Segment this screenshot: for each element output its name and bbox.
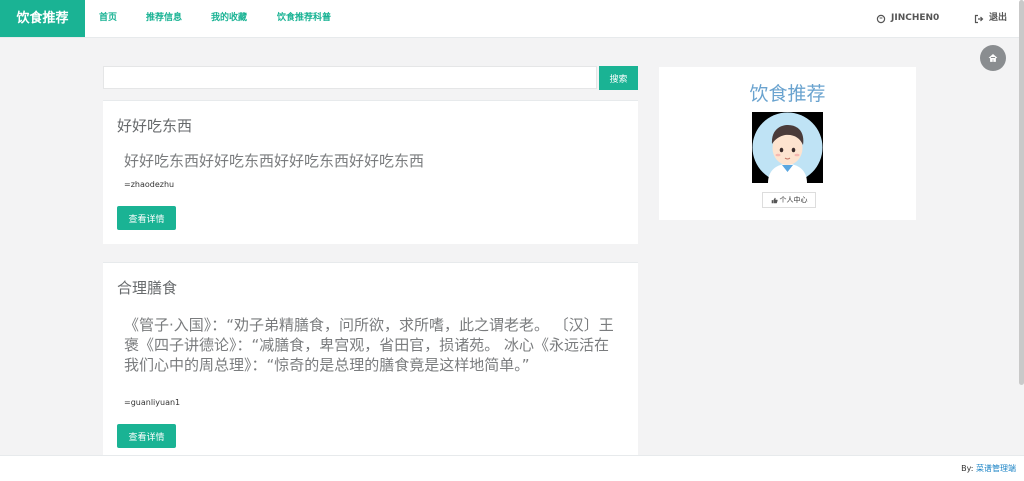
username: JINCHEN0	[891, 13, 940, 23]
nav-home[interactable]: 首页	[99, 0, 117, 37]
footer: By: 菜谱管理端	[0, 455, 1024, 481]
post-content: 好好吃东西好好吃东西好好吃东西好好吃东西	[124, 152, 425, 170]
nav-diet-science[interactable]: 饮食推荐科普	[277, 0, 331, 37]
post-author: =guanliyuan1	[124, 398, 181, 407]
post-content: 《管子·入国》：“劝子弟精膳食，问所欲，求所嗜，此之谓老老。 〔汉〕王褒《四子讲…	[124, 316, 614, 374]
footer-text: By: 菜谱管理端	[961, 463, 1016, 474]
admin-link[interactable]: 菜谱管理端	[976, 464, 1016, 473]
logout-icon	[974, 14, 984, 24]
personal-center-label: 个人中心	[779, 196, 808, 204]
search-button[interactable]: 搜索	[599, 66, 638, 90]
profile-card: 饮食推荐 个人中心	[659, 67, 916, 220]
home-icon	[988, 53, 998, 63]
post-title: 好好吃东西	[117, 117, 193, 135]
brand-logo[interactable]: 饮食推荐	[0, 0, 85, 37]
view-details-button[interactable]: 查看详情	[117, 206, 176, 230]
view-details-button[interactable]: 查看详情	[117, 424, 176, 448]
search-input[interactable]	[103, 66, 597, 89]
post-author: =zhaodezhu	[124, 180, 175, 189]
post-card: 合理膳食 《管子·入国》：“劝子弟精膳食，问所欲，求所嗜，此之谓老老。 〔汉〕王…	[103, 262, 638, 456]
user-icon	[876, 14, 886, 24]
thumbs-up-icon	[771, 197, 778, 204]
user-menu[interactable]: JINCHEN0	[876, 0, 939, 37]
top-navbar: 饮食推荐 首页 推荐信息 我的收藏 饮食推荐科普 JINCHEN0 退出	[0, 0, 1024, 38]
home-button[interactable]	[980, 45, 1006, 71]
avatar	[752, 112, 823, 183]
page-scrollbar[interactable]	[1019, 0, 1024, 385]
post-title: 合理膳食	[117, 279, 178, 297]
logout-label: 退出	[989, 13, 1008, 23]
personal-center-button[interactable]: 个人中心	[762, 192, 816, 208]
nav-favorites[interactable]: 我的收藏	[211, 0, 247, 37]
footer-prefix: By:	[961, 464, 974, 473]
post-card: 好好吃东西 好好吃东西好好吃东西好好吃东西好好吃东西 =zhaodezhu 查看…	[103, 100, 638, 244]
avatar-illustration	[752, 112, 823, 183]
logout-link[interactable]: 退出	[974, 0, 1007, 37]
profile-title: 饮食推荐	[749, 83, 826, 105]
nav-recommendations[interactable]: 推荐信息	[146, 0, 182, 37]
